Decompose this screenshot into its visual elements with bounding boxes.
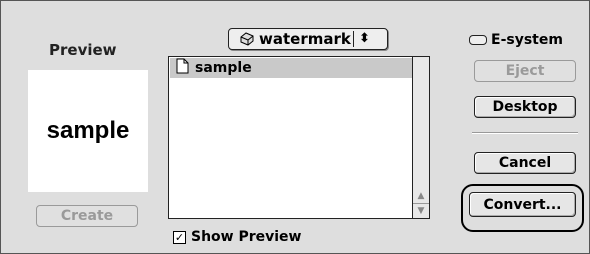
popup-separator <box>353 31 354 47</box>
checkbox-checked-icon[interactable]: ✓ <box>173 230 186 244</box>
folder-popup-label: watermark <box>259 30 351 48</box>
volume-label: E-system <box>469 32 563 48</box>
button-divider <box>472 132 578 134</box>
desktop-button[interactable]: Desktop <box>474 96 576 118</box>
preview-sample-text: sample <box>46 117 130 144</box>
convert-dialog: Preview sample Create watermark ⬍ sample <box>0 0 590 254</box>
cancel-button[interactable]: Cancel <box>474 152 576 174</box>
show-preview-checkbox[interactable]: ✓ Show Preview <box>173 229 302 245</box>
show-preview-label: Show Preview <box>191 229 302 245</box>
disk-icon <box>239 32 255 46</box>
drive-icon <box>469 35 487 45</box>
folder-popup[interactable]: watermark ⬍ <box>228 28 388 50</box>
scroll-up-arrow-icon[interactable]: ▲ <box>413 189 429 203</box>
preview-title: Preview <box>49 41 117 59</box>
convert-button[interactable]: Convert... <box>469 192 576 217</box>
create-button[interactable]: Create <box>36 205 138 227</box>
preview-box: sample <box>28 70 148 192</box>
file-name: sample <box>195 60 252 76</box>
eject-button[interactable]: Eject <box>474 60 576 82</box>
volume-name: E-system <box>491 32 563 48</box>
popup-arrows-icon: ⬍ <box>359 31 370 46</box>
file-list[interactable]: sample ▲ ▼ <box>168 56 430 219</box>
scrollbar[interactable]: ▲ ▼ <box>412 57 429 218</box>
scroll-down-arrow-icon[interactable]: ▼ <box>413 203 429 218</box>
file-row[interactable]: sample <box>170 58 412 78</box>
document-icon <box>170 58 195 78</box>
